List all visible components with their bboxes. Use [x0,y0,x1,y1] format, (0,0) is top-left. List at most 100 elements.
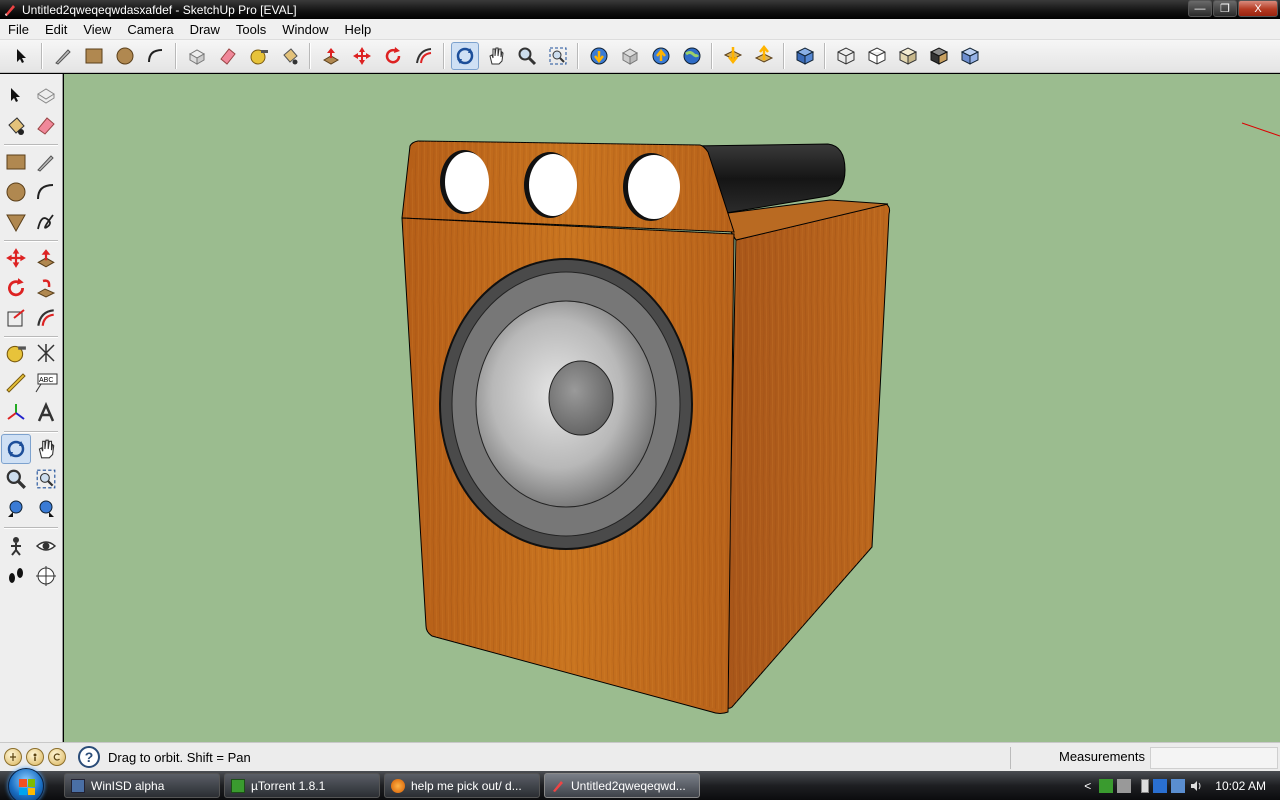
minimize-icon: — [1194,2,1206,15]
rotate-button-left[interactable] [1,273,31,303]
textured-style-button[interactable] [925,42,953,70]
push-pull-icon [37,249,55,268]
move-tool-button[interactable] [348,42,376,70]
taskbar-item-firefox[interactable]: help me pick out/ d... [384,773,540,798]
close-button[interactable]: X [1238,0,1278,17]
share-component-button[interactable] [616,42,644,70]
place-model-button[interactable] [750,42,778,70]
line-button-left[interactable] [31,147,61,177]
next-view-button-left[interactable] [31,494,61,524]
zoom-button-left[interactable] [1,464,31,494]
zoom-window-button-left[interactable] [31,464,61,494]
monochrome-style-button[interactable] [956,42,984,70]
sketchup-app-icon[interactable] [3,3,17,17]
look-around-button-left[interactable] [31,531,61,561]
battery-tray-icon[interactable] [1141,778,1150,793]
taskbar-item-sketchup[interactable]: Untitled2qweqeqwd... [544,773,700,798]
eraser-button-left[interactable] [31,111,61,141]
geo-location-icon[interactable] [4,748,22,766]
status-divider [1010,747,1011,769]
axes-button-left[interactable] [1,398,31,428]
export-terrain-icon [754,45,773,63]
pan-tool-button[interactable] [482,42,510,70]
circle-button-left[interactable] [1,177,31,207]
previous-view-button-left[interactable] [1,494,31,524]
circle-tool-button[interactable] [111,42,139,70]
zoom-extents-button[interactable] [544,42,572,70]
utorrent-tray-icon[interactable] [1099,778,1114,793]
menu-view[interactable]: View [75,19,119,40]
menu-camera[interactable]: Camera [119,19,181,40]
network-tray-icon[interactable] [1117,778,1132,793]
protractor-button-left[interactable] [1,368,31,398]
tape-measure-tool-button[interactable] [245,42,273,70]
select-tool-button[interactable] [8,42,36,70]
line-tool-button[interactable] [49,42,77,70]
menu-draw[interactable]: Draw [182,19,228,40]
copyright-icon[interactable] [48,748,66,766]
arc-button-left[interactable] [31,177,61,207]
help-icon[interactable]: ? [78,746,100,768]
get-models-button[interactable] [585,42,613,70]
taskbar-item-winisd[interactable]: WinISD alpha [64,773,220,798]
scale-button-left[interactable] [1,303,31,333]
tray-expand-button[interactable]: < [1084,779,1091,793]
windows-taskbar: WinISD alpha µTorrent 1.8.1 help me pick… [0,768,1280,800]
tape-measure-button-left[interactable] [1,338,31,368]
shaded-style-button[interactable] [894,42,922,70]
arc-tool-button[interactable] [142,42,170,70]
make-component-button[interactable] [183,42,211,70]
text-button-left[interactable]: ABC [31,368,61,398]
orbit-tool-button[interactable] [450,42,479,70]
component-tool-button-left[interactable] [31,80,61,110]
security-tray-icon[interactable] [1153,778,1168,793]
menu-help[interactable]: Help [337,19,380,40]
volume-tray-icon[interactable] [1189,779,1203,793]
push-pull-tool-button[interactable] [317,42,345,70]
follow-me-button-left[interactable] [31,273,61,303]
rotate-tool-button[interactable] [379,42,407,70]
measurements-input[interactable] [1150,747,1278,769]
rectangle-button-left[interactable] [1,147,31,177]
position-camera-button-left[interactable] [1,531,31,561]
polygon-button-left[interactable] [1,207,31,237]
toolbar-separator [711,43,713,69]
move-button-left[interactable] [1,243,31,273]
eraser-tool-button[interactable] [214,42,242,70]
walk-button-left[interactable] [1,561,31,591]
drawing-viewport[interactable] [64,74,1280,742]
iso-view-button[interactable] [791,42,819,70]
menu-tools[interactable]: Tools [228,19,274,40]
start-button[interactable] [8,768,44,800]
freehand-button-left[interactable] [31,207,61,237]
3d-text-button-left[interactable] [31,398,61,428]
wireframe-style-button[interactable] [863,42,891,70]
share-model-button[interactable] [647,42,675,70]
taskbar-item-utorrent[interactable]: µTorrent 1.8.1 [224,773,380,798]
paint-bucket-tool-button[interactable] [276,42,304,70]
offset-tool-button[interactable] [410,42,438,70]
orbit-button-left[interactable] [1,434,31,464]
minimize-button[interactable]: — [1188,0,1212,17]
zoom-tool-button[interactable] [513,42,541,70]
taskbar-clock[interactable]: 10:02 AM [1215,779,1266,793]
select-tool-button-left[interactable] [1,80,31,110]
dimension-button-left[interactable] [31,338,61,368]
pan-button-left[interactable] [31,434,61,464]
woofer-dust-cap [548,360,614,436]
credits-icon[interactable] [26,748,44,766]
menu-file[interactable]: File [0,19,37,40]
maximize-button[interactable]: ❐ [1213,0,1237,17]
rectangle-tool-button[interactable] [80,42,108,70]
xray-style-button[interactable] [832,42,860,70]
section-plane-button-left[interactable] [31,561,61,591]
offset-button-left[interactable] [31,303,61,333]
select-arrow-icon [11,88,20,102]
get-current-view-button[interactable] [719,42,747,70]
menu-edit[interactable]: Edit [37,19,75,40]
google-earth-button[interactable] [678,42,706,70]
push-pull-button-left[interactable] [31,243,61,273]
wifi-tray-icon[interactable] [1171,778,1186,793]
menu-window[interactable]: Window [274,19,336,40]
paint-bucket-button-left[interactable] [1,111,31,141]
